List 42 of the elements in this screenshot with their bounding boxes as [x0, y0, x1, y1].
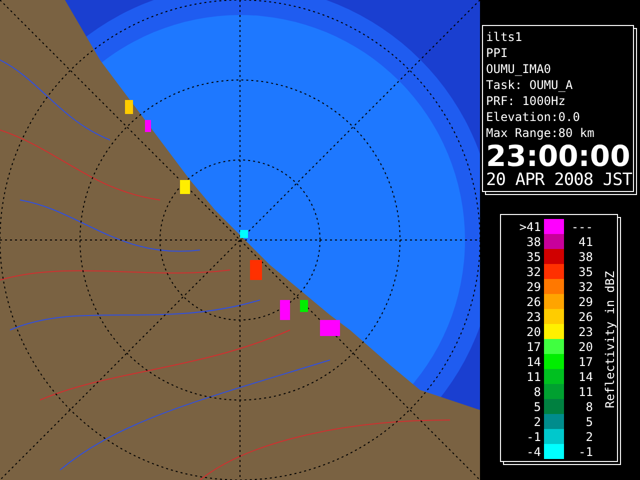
legend-value: 32 — [526, 264, 541, 278]
legend-value: 14 — [526, 354, 541, 368]
legend-value: 35 — [578, 264, 593, 278]
legend-value: 2 — [584, 430, 593, 444]
legend-value: -4 — [526, 444, 541, 458]
legend-value: 5 — [584, 414, 593, 428]
legend-value: 23 — [526, 310, 541, 324]
legend-value: 35 — [526, 250, 541, 264]
legend-value: 23 — [578, 324, 593, 338]
legend-value: -1 — [526, 430, 541, 444]
legend-value: 26 — [578, 310, 593, 324]
legend-value: -1 — [578, 444, 593, 458]
legend-value: --- — [570, 220, 593, 234]
radar-info-text: PPI — [486, 45, 509, 61]
radar-info-text: Task: OUMU_A — [486, 77, 574, 93]
radar-info-text: Elevation:0.0 — [486, 109, 581, 125]
legend-value: 26 — [526, 294, 541, 308]
legend-value: 41 — [578, 234, 593, 248]
time-text: 23:00:00 — [486, 141, 630, 171]
legend-value: 8 — [532, 384, 541, 398]
legend-value: 11 — [526, 370, 541, 384]
radar-info-text: PRF: 1000Hz — [486, 93, 566, 109]
legend-value: 38 — [526, 234, 541, 248]
legend-value: 32 — [578, 280, 593, 294]
legend-value: 14 — [578, 370, 593, 384]
radar-info-text: Max Range:80 km — [486, 125, 596, 141]
radar-info-text: ilts1 — [486, 29, 524, 45]
legend-value: 20 — [526, 324, 541, 338]
legend-value: 38 — [578, 250, 593, 264]
legend-value: >41 — [518, 220, 541, 234]
legend-value: 11 — [578, 384, 593, 398]
legend-value: 17 — [578, 354, 593, 368]
date-text: 20 APR 2008 JST — [486, 171, 633, 189]
legend-value: 17 — [526, 340, 541, 354]
legend-value: 8 — [584, 400, 593, 414]
legend-value: 29 — [526, 280, 541, 294]
legend-value: 29 — [578, 294, 593, 308]
legend-title: Reflectivity in dBZ — [603, 271, 617, 409]
legend-value: 2 — [532, 414, 541, 428]
radar-info-text: OUMU_IMA0 — [486, 61, 552, 77]
legend-value: 20 — [578, 340, 593, 354]
legend-value: 5 — [532, 400, 541, 414]
